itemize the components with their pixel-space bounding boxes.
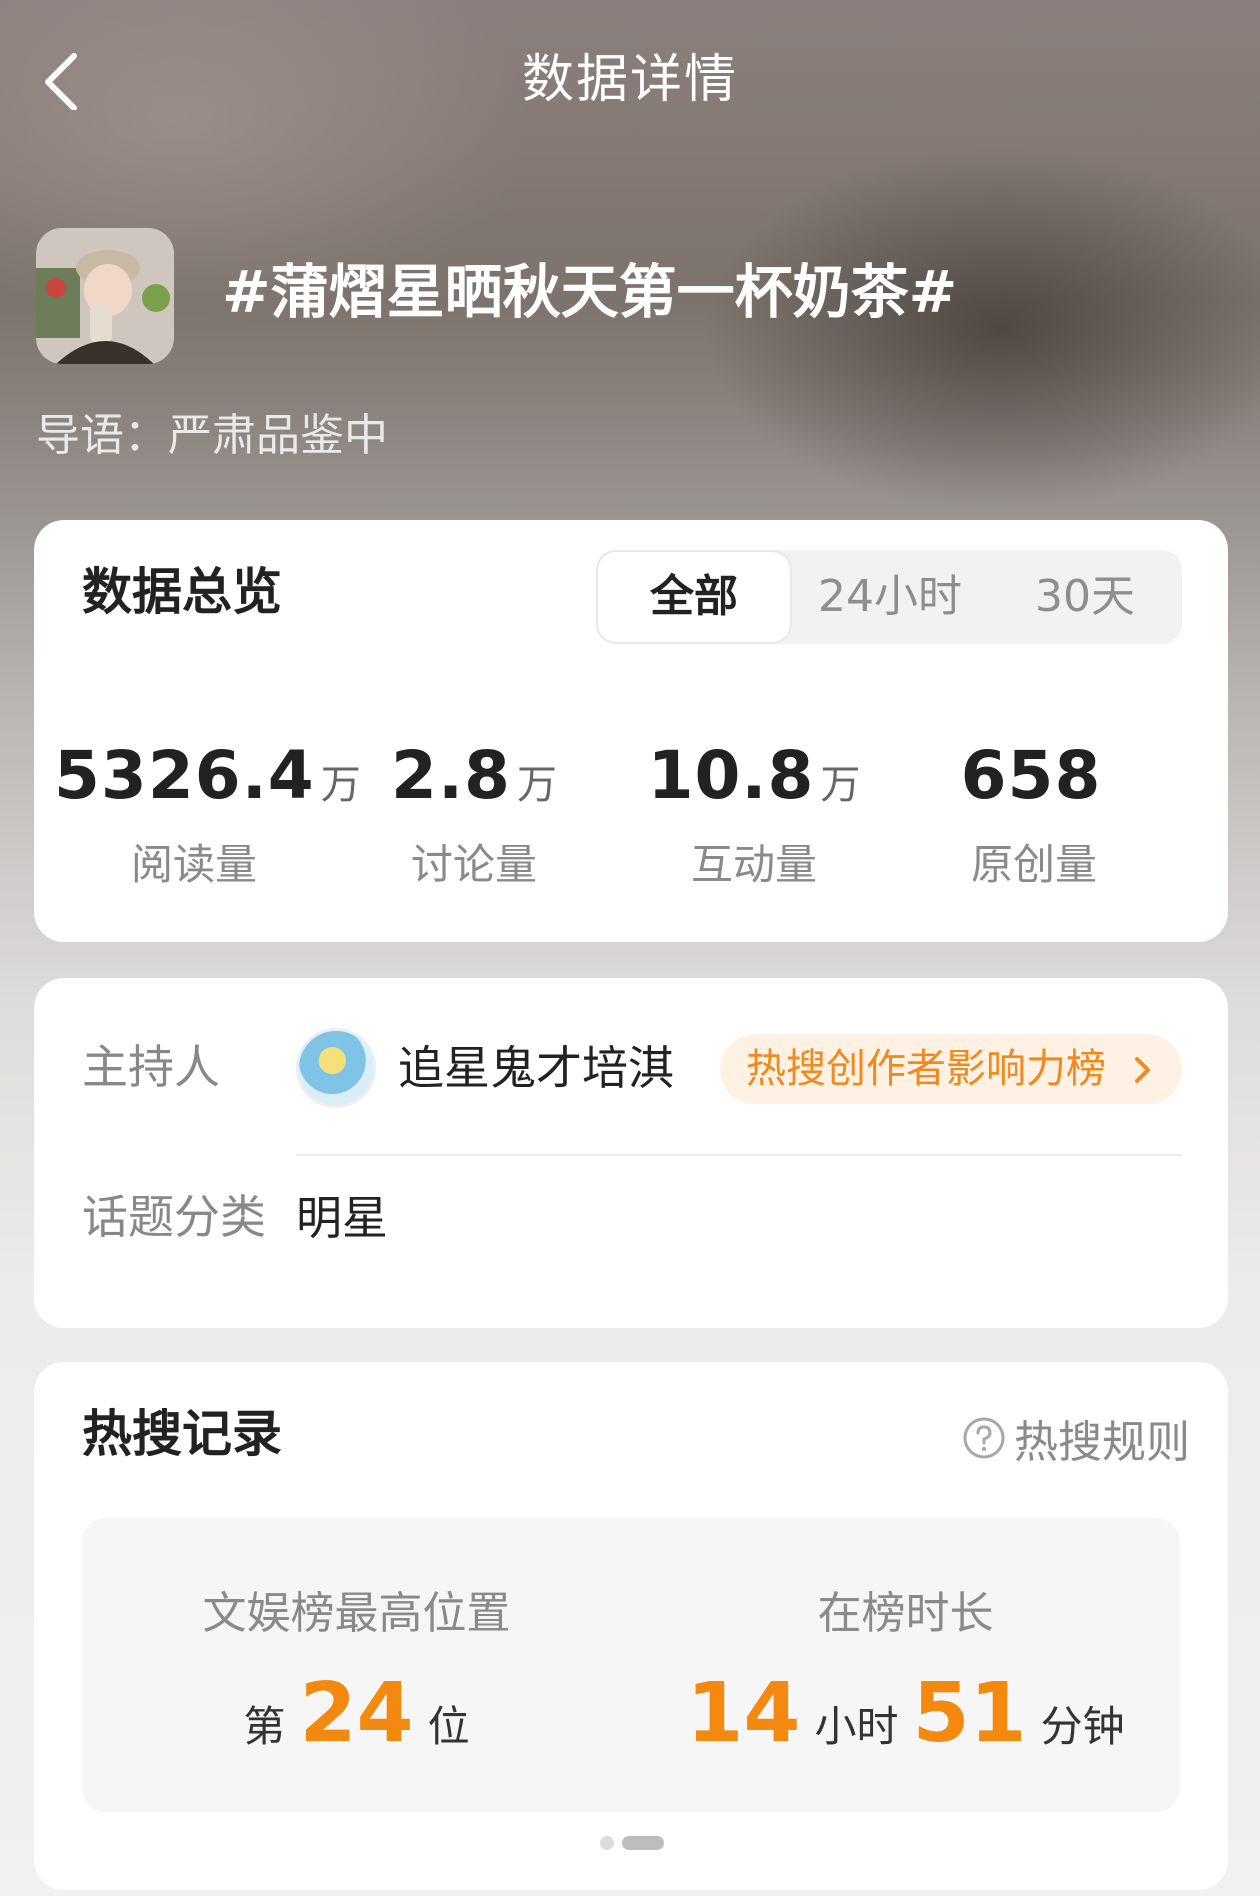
host-avatar[interactable]: [296, 1028, 376, 1108]
category-value: 明星: [296, 1191, 388, 1245]
page-title: 数据详情: [521, 50, 738, 110]
topic-avatar-image: [36, 228, 174, 364]
time-on-list-label: 在榜时长: [817, 1588, 994, 1639]
stat-reads: 5326.4 万 阅读量: [54, 736, 361, 895]
host-card: 主持人 追星鬼才培淇 热搜创作者影响力榜 话题分类 明星: [34, 978, 1228, 1328]
stat-interactions-label: 互动量: [690, 840, 817, 889]
page-dot-2[interactable]: [622, 1836, 664, 1850]
duration-minutes: 51: [912, 1666, 1027, 1761]
host-label: 主持人: [82, 1040, 220, 1094]
highest-position-label: 文娱榜最高位置: [202, 1588, 511, 1639]
creator-ranking-label: 热搜创作者影响力榜: [746, 1046, 1106, 1092]
stat-discussions-value: 2.8: [391, 737, 511, 814]
tab-30d[interactable]: 30天: [988, 550, 1182, 644]
stat-reads-value: 5326.4: [54, 737, 315, 814]
stat-originals-label: 原创量: [970, 840, 1097, 889]
time-on-list: 在榜时长 14 小时 51 分钟: [631, 1518, 1180, 1786]
record-title: 热搜记录: [82, 1405, 282, 1463]
time-range-tabs: 全部 24小时 30天: [596, 550, 1182, 644]
highest-position-suffix: 位: [427, 1702, 470, 1751]
data-overview-card: 数据总览 全部 24小时 30天 5326.4 万 阅读量 2.8 万 讨论量 10…: [34, 520, 1228, 942]
highest-position: 文娱榜最高位置 第 24 位: [82, 1518, 631, 1786]
hot-search-rules-link[interactable]: 热搜规则: [962, 1406, 1190, 1468]
tab-all[interactable]: 全部: [596, 550, 792, 644]
stat-originals: 658 原创量: [894, 736, 1174, 895]
duration-hours-unit: 小时: [814, 1702, 899, 1751]
duration-hours: 14: [686, 1666, 801, 1761]
stat-originals-value: 658: [960, 737, 1102, 814]
question-circle-icon: [963, 1417, 1005, 1459]
divider: [296, 1154, 1182, 1156]
stat-discussions: 2.8 万 讨论量: [334, 736, 614, 895]
category-label: 话题分类: [82, 1190, 266, 1244]
hot-search-record-card: 热搜记录 热搜规则 文娱榜最高位置 第 24 位 在榜时长 14 小时 51 分钟: [34, 1362, 1228, 1890]
overview-title: 数据总览: [82, 563, 282, 621]
highest-position-prefix: 第: [243, 1702, 286, 1751]
topic-title: #蒲熠星晒秋天第一杯奶茶#: [222, 258, 958, 326]
tab-24h[interactable]: 24小时: [792, 550, 988, 644]
chevron-right-icon: [1135, 1057, 1150, 1083]
topic-guide: 导语：严肃品鉴中: [36, 410, 388, 461]
stat-discussions-label: 讨论量: [410, 840, 537, 889]
stat-interactions: 10.8 万 互动量: [614, 736, 894, 895]
record-summary-panel: 文娱榜最高位置 第 24 位 在榜时长 14 小时 51 分钟: [82, 1518, 1180, 1812]
page-dot-1[interactable]: [600, 1836, 614, 1850]
host-name[interactable]: 追星鬼才培淇: [398, 1036, 674, 1100]
stat-reads-label: 阅读量: [130, 840, 257, 889]
stat-interactions-value: 10.8: [647, 737, 815, 814]
stat-discussions-unit: 万: [516, 762, 557, 808]
topic-avatar: [36, 228, 174, 364]
stat-interactions-unit: 万: [820, 762, 861, 808]
highest-position-value: 24: [299, 1666, 414, 1761]
creator-ranking-badge[interactable]: 热搜创作者影响力榜: [720, 1034, 1182, 1104]
rules-text: 热搜规则: [1014, 1417, 1190, 1468]
duration-minutes-unit: 分钟: [1040, 1702, 1125, 1751]
